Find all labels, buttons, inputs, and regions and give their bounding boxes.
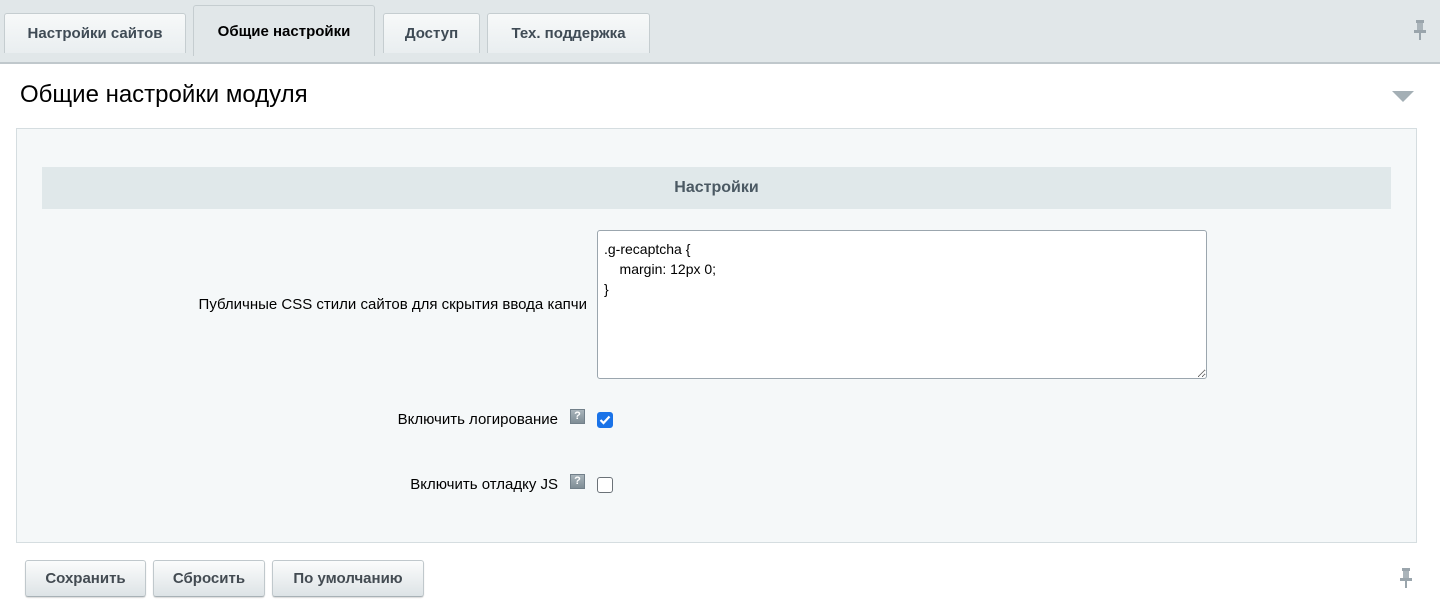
settings-section: Настройки Публичные CSS стили сайтов для… (16, 128, 1417, 543)
page-title: Общие настройки модуля (20, 81, 308, 108)
settings-panel: Общие настройки модуля Настройки Публичн… (0, 62, 1440, 616)
checkmark-icon (599, 415, 611, 425)
css-styles-label: Публичные CSS стили сайтов для скрытия в… (198, 296, 587, 313)
logging-checkbox[interactable] (597, 412, 613, 428)
tab-site-settings[interactable]: Настройки сайтов (4, 13, 186, 53)
default-button[interactable]: По умолчанию (272, 560, 424, 597)
default-button-label: По умолчанию (293, 570, 403, 587)
tab-tech-support[interactable]: Тех. поддержка (487, 13, 650, 53)
help-icon[interactable]: ? (570, 409, 585, 424)
pin-icon[interactable] (1400, 568, 1412, 593)
tab-label: Тех. поддержка (511, 25, 626, 42)
css-styles-textarea[interactable]: .g-recaptcha { margin: 12px 0; } (597, 230, 1207, 379)
reset-button[interactable]: Сбросить (153, 560, 265, 597)
tab-label: Доступ (404, 25, 459, 42)
js-debug-label: Включить отладку JS (410, 476, 558, 493)
tab-label: Настройки сайтов (27, 25, 163, 42)
section-header: Настройки (42, 167, 1391, 209)
section-title: Настройки (674, 179, 759, 196)
tab-label: Общие настройки (217, 22, 351, 40)
tab-access[interactable]: Доступ (383, 13, 480, 53)
logging-label: Включить логирование (397, 411, 558, 428)
collapse-arrow-icon[interactable] (1392, 90, 1414, 108)
js-debug-checkbox[interactable] (597, 477, 613, 493)
pin-icon[interactable] (1414, 20, 1426, 45)
tab-bar: Настройки сайтов Общие настройки Доступ … (0, 0, 1440, 56)
reset-button-label: Сбросить (172, 570, 246, 587)
save-button[interactable]: Сохранить (25, 560, 146, 597)
tab-general-settings[interactable]: Общие настройки (193, 5, 375, 56)
save-button-label: Сохранить (45, 570, 126, 587)
help-icon[interactable]: ? (570, 474, 585, 489)
